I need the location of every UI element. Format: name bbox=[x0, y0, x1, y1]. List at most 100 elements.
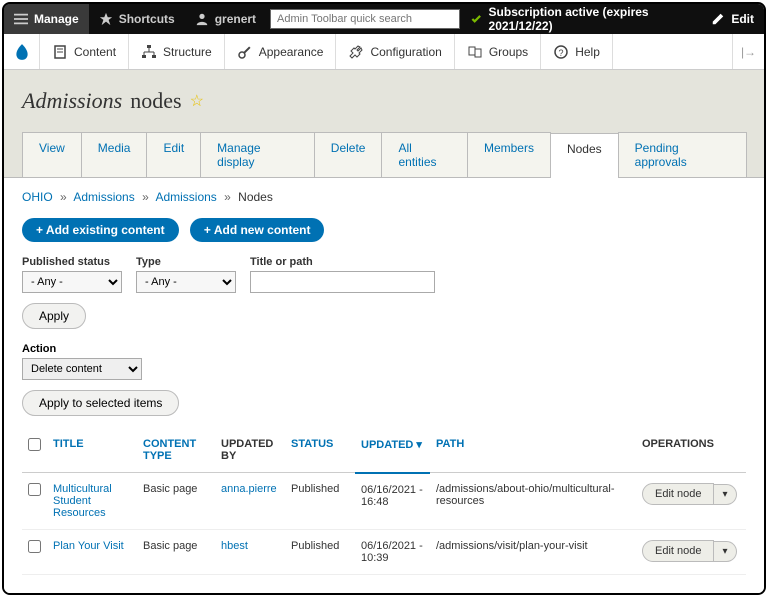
row-status: Published bbox=[285, 530, 355, 575]
add-existing-content-button[interactable]: + Add existing content bbox=[22, 218, 179, 242]
breadcrumb-ohio[interactable]: OHIO bbox=[22, 190, 53, 204]
row-title-link[interactable]: Multicultural Student Resources bbox=[53, 483, 112, 519]
breadcrumb-admissions-2[interactable]: Admissions bbox=[155, 190, 216, 204]
nav-content-label: Content bbox=[74, 45, 116, 59]
tab-view[interactable]: View bbox=[22, 132, 82, 177]
title-path-label: Title or path bbox=[250, 256, 435, 268]
local-tabs: View Media Edit Manage display Delete Al… bbox=[22, 132, 746, 177]
breadcrumb-admissions-1[interactable]: Admissions bbox=[73, 190, 134, 204]
col-path[interactable]: PATH bbox=[436, 438, 464, 450]
row-checkbox[interactable] bbox=[28, 483, 41, 496]
row-checkbox[interactable] bbox=[28, 540, 41, 553]
col-status[interactable]: STATUS bbox=[291, 438, 333, 450]
type-select[interactable]: - Any - bbox=[136, 271, 236, 293]
toolbar-search-input[interactable] bbox=[270, 9, 460, 29]
structure-icon bbox=[141, 44, 157, 60]
sort-desc-icon: ▾ bbox=[416, 439, 422, 451]
configuration-icon bbox=[348, 44, 364, 60]
nav-structure[interactable]: Structure bbox=[129, 34, 225, 69]
groups-icon bbox=[467, 44, 483, 60]
nav-configuration-label: Configuration bbox=[370, 45, 441, 59]
drupal-logo[interactable] bbox=[4, 34, 40, 69]
col-updated[interactable]: UPDATED ▾ bbox=[361, 439, 422, 451]
admin-navbar: Content Structure Appearance Configurati… bbox=[4, 34, 764, 70]
col-operations: OPERATIONS bbox=[642, 438, 714, 450]
published-status-label: Published status bbox=[22, 256, 122, 268]
nav-groups[interactable]: Groups bbox=[455, 34, 541, 69]
shortcuts-label: Shortcuts bbox=[119, 12, 175, 26]
operations-dropdown[interactable]: ▾ bbox=[714, 541, 736, 562]
shortcuts-menu[interactable]: Shortcuts bbox=[89, 4, 185, 34]
content-icon bbox=[52, 44, 68, 60]
breadcrumb-current: Nodes bbox=[238, 190, 273, 204]
col-title[interactable]: TITLE bbox=[53, 438, 84, 450]
edit-label: Edit bbox=[731, 12, 754, 26]
page-title: Admissions nodes ☆ bbox=[22, 88, 746, 114]
subscription-status[interactable]: Subscription active (expires 2021/12/22) bbox=[460, 4, 701, 34]
apply-filters-button[interactable]: Apply bbox=[22, 303, 86, 329]
nav-appearance[interactable]: Appearance bbox=[225, 34, 337, 69]
nav-content[interactable]: Content bbox=[40, 34, 129, 69]
edit-node-button[interactable]: Edit node bbox=[642, 483, 714, 505]
tab-manage-display[interactable]: Manage display bbox=[200, 132, 315, 177]
nav-structure-label: Structure bbox=[163, 45, 212, 59]
pencil-icon bbox=[711, 12, 725, 26]
manage-menu[interactable]: Manage bbox=[4, 4, 89, 34]
row-title-link[interactable]: Plan Your Visit bbox=[53, 540, 124, 552]
appearance-icon bbox=[237, 44, 253, 60]
nav-help-label: Help bbox=[575, 45, 600, 59]
type-label: Type bbox=[136, 256, 236, 268]
page-subheader: Admissions nodes ☆ View Media Edit Manag… bbox=[4, 70, 764, 177]
hamburger-icon bbox=[14, 12, 28, 26]
tab-media[interactable]: Media bbox=[81, 132, 148, 177]
table-row: Plan Your Visit Basic page hbest Publish… bbox=[22, 530, 746, 575]
action-label: Action bbox=[22, 343, 746, 355]
col-updated-by: UPDATED BY bbox=[221, 438, 273, 462]
row-updated-by-link[interactable]: hbest bbox=[221, 540, 248, 552]
published-status-select[interactable]: - Any - bbox=[22, 271, 122, 293]
apply-selected-button[interactable]: Apply to selected items bbox=[22, 390, 179, 416]
admin-toolbar: Manage Shortcuts grenert Subscription ac… bbox=[4, 4, 764, 34]
arrow-right-icon: |→ bbox=[741, 45, 756, 59]
add-new-content-button[interactable]: + Add new content bbox=[190, 218, 325, 242]
nav-collapse[interactable]: |→ bbox=[732, 34, 764, 69]
check-icon bbox=[470, 12, 482, 26]
row-path: /admissions/visit/plan-your-visit bbox=[430, 530, 636, 575]
filter-row: Published status - Any - Type - Any - Ti… bbox=[22, 256, 746, 293]
help-icon: ? bbox=[553, 44, 569, 60]
user-label: grenert bbox=[215, 12, 256, 26]
select-all-checkbox[interactable] bbox=[28, 438, 41, 451]
action-select[interactable]: Delete content bbox=[22, 358, 142, 380]
tab-members[interactable]: Members bbox=[467, 132, 551, 177]
tab-nodes[interactable]: Nodes bbox=[550, 133, 619, 178]
drupal-icon bbox=[13, 43, 31, 61]
edit-node-button[interactable]: Edit node bbox=[642, 540, 714, 562]
nodes-table: TITLE CONTENT TYPE UPDATED BY STATUS UPD… bbox=[22, 428, 746, 575]
tab-delete[interactable]: Delete bbox=[314, 132, 383, 177]
tab-edit[interactable]: Edit bbox=[146, 132, 201, 177]
toolbar-search bbox=[270, 4, 460, 34]
operations-dropdown[interactable]: ▾ bbox=[714, 484, 736, 505]
nav-configuration[interactable]: Configuration bbox=[336, 34, 454, 69]
subscription-label: Subscription active (expires 2021/12/22) bbox=[489, 5, 692, 33]
row-content-type: Basic page bbox=[137, 530, 215, 575]
nav-groups-label: Groups bbox=[489, 45, 528, 59]
star-icon bbox=[99, 12, 113, 26]
tab-all-entities[interactable]: All entities bbox=[381, 132, 467, 177]
svg-text:?: ? bbox=[559, 48, 564, 58]
bulk-action: Action Delete content bbox=[22, 343, 746, 380]
edit-toggle[interactable]: Edit bbox=[701, 4, 764, 34]
page-title-rest: nodes bbox=[130, 88, 181, 114]
nav-help[interactable]: ? Help bbox=[541, 34, 613, 69]
manage-label: Manage bbox=[34, 12, 79, 26]
title-path-input[interactable] bbox=[250, 271, 435, 293]
nav-appearance-label: Appearance bbox=[259, 45, 324, 59]
row-updated-by-link[interactable]: anna.pierre bbox=[221, 483, 277, 495]
favorite-star-icon[interactable]: ☆ bbox=[190, 91, 204, 111]
breadcrumb: OHIO » Admissions » Admissions » Nodes bbox=[22, 190, 746, 204]
main-content: OHIO » Admissions » Admissions » Nodes +… bbox=[4, 177, 764, 593]
tab-pending-approvals[interactable]: Pending approvals bbox=[618, 132, 747, 177]
user-menu[interactable]: grenert bbox=[185, 4, 266, 34]
page-title-group: Admissions bbox=[22, 88, 122, 114]
col-content-type[interactable]: CONTENT TYPE bbox=[143, 438, 196, 462]
